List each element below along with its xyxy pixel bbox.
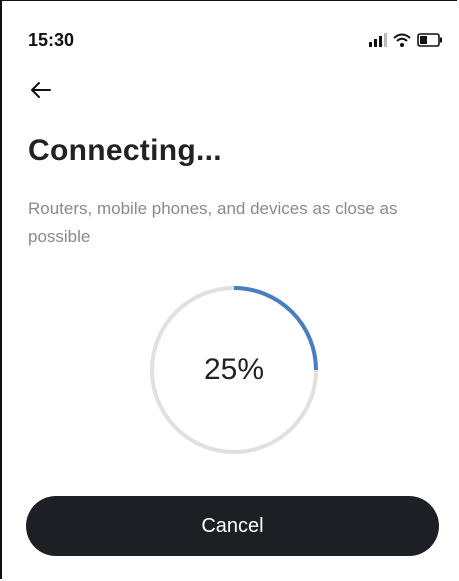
progress-percent: 25% (203, 353, 265, 386)
back-arrow-icon (31, 82, 51, 98)
description-text: Routers, mobile phones, and devices as c… (28, 199, 398, 246)
back-button[interactable] (28, 78, 52, 102)
cancel-button[interactable]: Cancel (26, 496, 439, 556)
status-bar: 15:30 (28, 28, 443, 52)
wifi-icon (393, 33, 411, 47)
cellular-signal-icon (369, 33, 387, 47)
status-time: 15:30 (28, 29, 75, 50)
progress-ring: 25% (148, 284, 320, 456)
battery-icon (417, 33, 442, 47)
cancel-button-label: Cancel (201, 514, 264, 537)
status-icons (369, 33, 443, 47)
page-title: Connecting... (28, 134, 222, 167)
